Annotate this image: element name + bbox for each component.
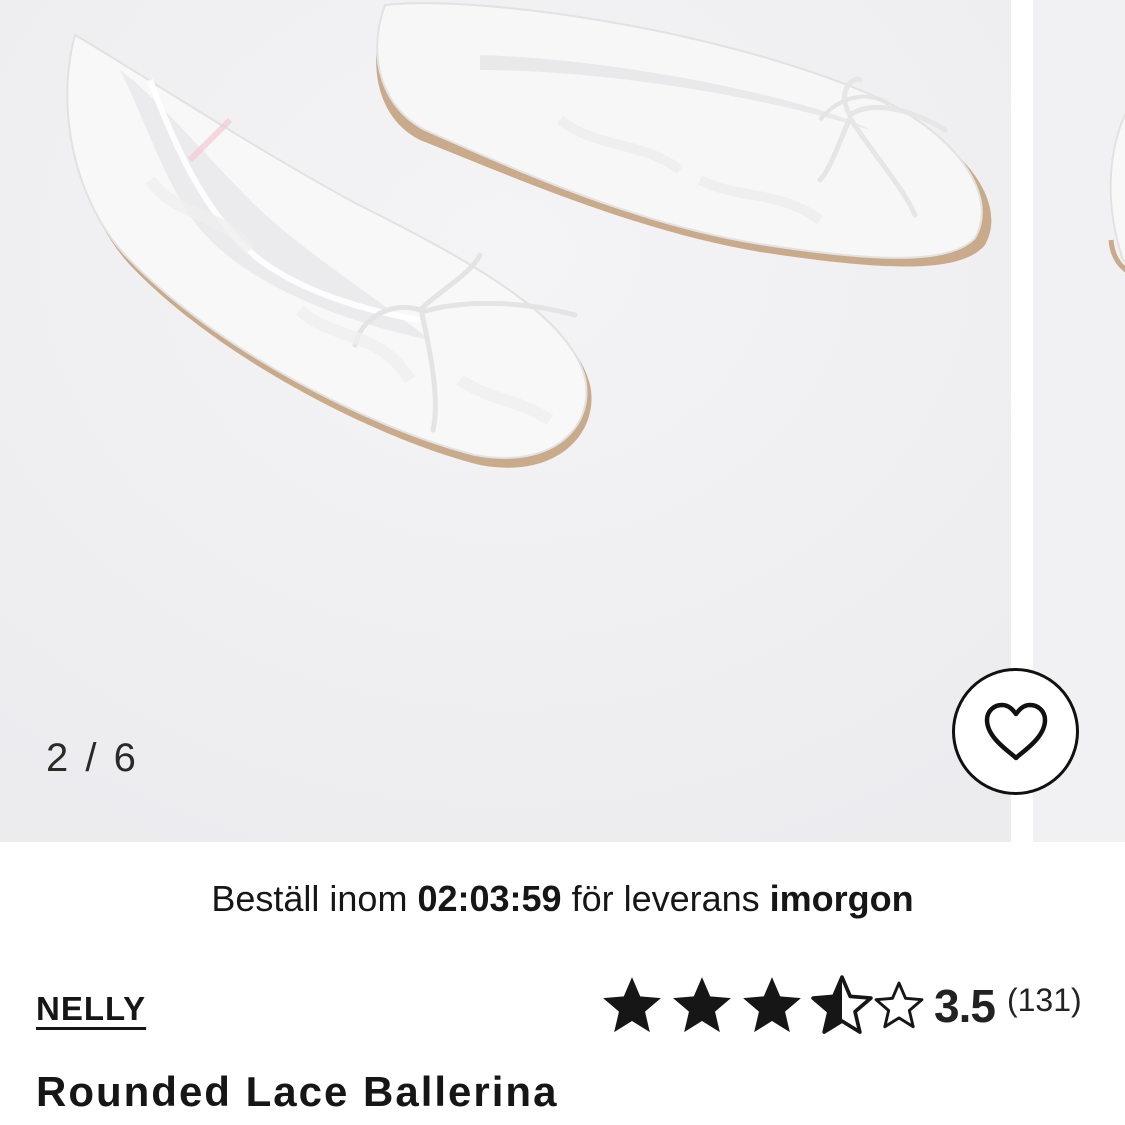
heart-icon bbox=[984, 702, 1047, 760]
ballerina-shoes-photo bbox=[0, 0, 1011, 842]
star-full-icon bbox=[743, 977, 801, 1033]
star-full-icon bbox=[673, 977, 731, 1033]
product-rating[interactable]: 3.5 (131) bbox=[598, 970, 1082, 1042]
delivery-prefix: Beställ inom bbox=[211, 878, 418, 919]
rating-value: 3.5 bbox=[934, 980, 996, 1032]
favorite-button[interactable] bbox=[952, 668, 1079, 795]
delivery-countdown-time: 02:03:59 bbox=[417, 878, 562, 919]
brand-link[interactable]: NELLY bbox=[36, 990, 146, 1028]
rating-stars bbox=[598, 972, 928, 1040]
product-title: Rounded Lace Ballerina bbox=[36, 1068, 559, 1115]
product-image[interactable] bbox=[0, 0, 1011, 842]
star-empty-icon bbox=[874, 981, 924, 1029]
delivery-day: imorgon bbox=[769, 878, 914, 919]
image-counter: 2 / 6 bbox=[46, 736, 139, 780]
star-half-icon bbox=[811, 975, 873, 1034]
delivery-middle: för leverans bbox=[561, 878, 770, 919]
image-gallery[interactable]: 2 / 6 bbox=[0, 0, 1125, 842]
star-full-icon bbox=[603, 977, 661, 1033]
review-count: (131) bbox=[1006, 981, 1082, 1018]
delivery-countdown: Beställ inom 02:03:59 för leverans imorg… bbox=[0, 878, 1125, 920]
